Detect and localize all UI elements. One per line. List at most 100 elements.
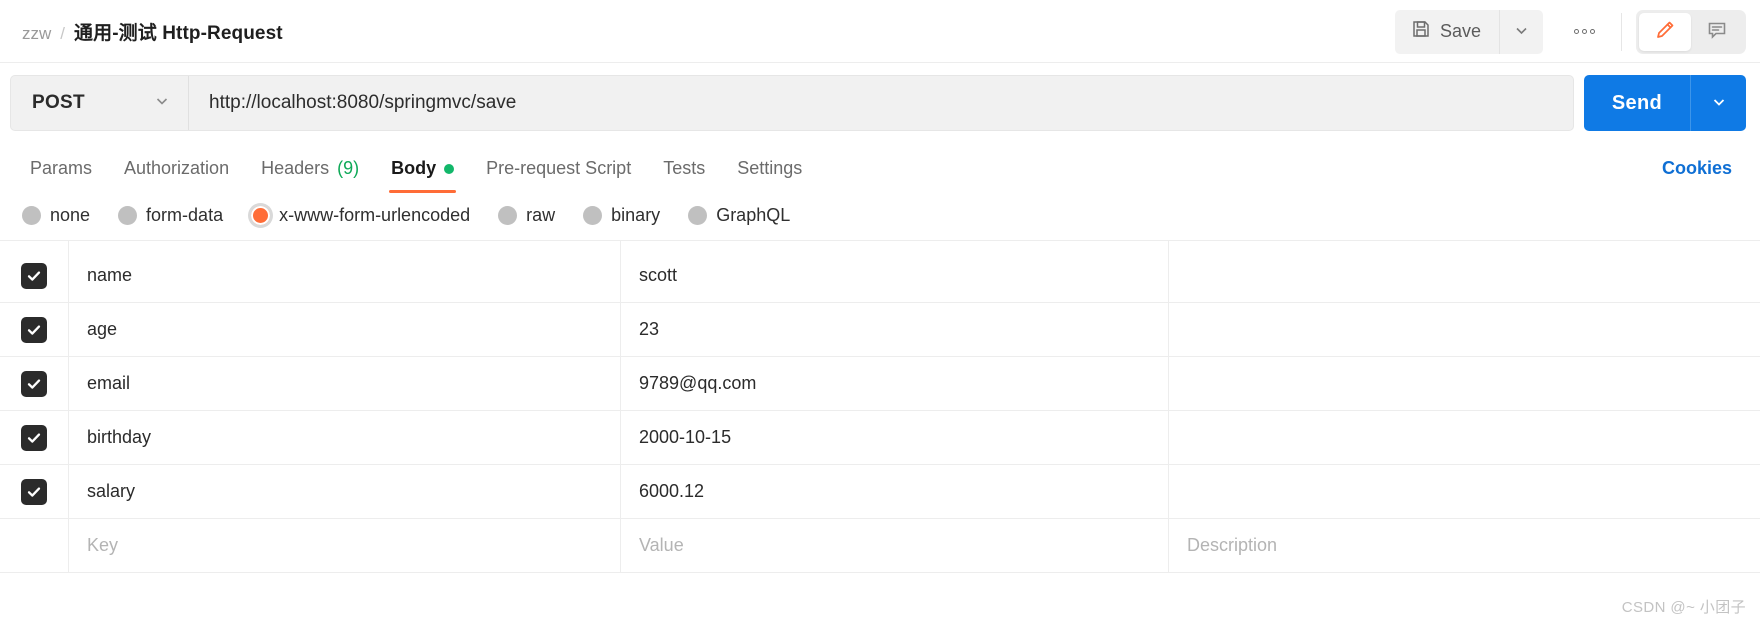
body-type-label: x-www-form-urlencoded (279, 205, 471, 225)
row-value-cell[interactable]: 23 (621, 303, 1169, 356)
tab-modified-dot-icon (444, 163, 455, 174)
row-description-cell[interactable] (1169, 303, 1760, 356)
row-description-cell[interactable] (1169, 249, 1760, 302)
body-type-label: none (50, 205, 91, 225)
http-method-label: POST (32, 92, 85, 113)
edit-pencil-button[interactable] (1639, 12, 1691, 51)
body-type-label: form-data (146, 205, 224, 225)
body-type-label: raw (526, 205, 556, 225)
body-type-options: none form-data x-www-form-urlencoded raw bin… (0, 193, 1760, 240)
row-enabled-checkbox[interactable] (21, 370, 47, 397)
table-row: name scott (0, 249, 1760, 303)
new-description-placeholder: Description (1187, 535, 1278, 555)
tab-settings[interactable]: Settings (721, 158, 818, 193)
row-key-cell[interactable]: age (69, 303, 621, 356)
tab-body[interactable]: Body (375, 158, 470, 193)
row-value-cell[interactable]: 6000.12 (621, 465, 1169, 518)
pencil-icon (1654, 19, 1676, 44)
radio-button-icon (22, 206, 41, 225)
row-value-cell[interactable]: 2000-10-15 (621, 411, 1169, 464)
row-value-cell[interactable]: scott (621, 249, 1169, 302)
row-key-text: name (87, 265, 133, 285)
table-row: email 9789@qq.com (0, 357, 1760, 411)
header-divider (1621, 12, 1622, 51)
body-type-radio-binary[interactable]: binary (583, 205, 678, 226)
request-tabs: Params Authorization Headers (9) Body Pre-req… (0, 143, 1760, 193)
send-button-group: Send (1583, 75, 1746, 131)
tab-label: Params (30, 158, 93, 178)
params-table-header (0, 241, 1760, 249)
row-checkbox-cell (0, 303, 69, 356)
new-value-cell[interactable]: Value (621, 519, 1169, 572)
tab-count-badge: (9) (337, 158, 360, 178)
body-type-radio-graphql[interactable]: GraphQL (688, 205, 808, 226)
request-url-bar: POST Send (0, 63, 1760, 143)
new-description-cell[interactable]: Description (1169, 519, 1760, 572)
body-type-radio-x-www-form-urlencoded[interactable]: x-www-form-urlencoded (251, 205, 488, 226)
breadcrumb: zzw / 通用-测试 Http-Request (22, 18, 283, 45)
row-checkbox-cell (0, 357, 69, 410)
table-row: age 23 (0, 303, 1760, 357)
tab-label: Tests (663, 158, 706, 178)
row-key-text: birthday (87, 427, 152, 447)
radio-button-icon (583, 206, 603, 225)
row-enabled-checkbox[interactable] (21, 424, 47, 451)
row-description-cell[interactable] (1169, 465, 1760, 518)
row-checkbox-cell (0, 465, 69, 518)
body-type-radio-raw[interactable]: raw (498, 205, 573, 226)
row-value-cell[interactable]: 9789@qq.com (621, 357, 1169, 410)
view-toggle-group (1636, 9, 1746, 54)
row-value-text: 2000-10-15 (639, 427, 732, 447)
row-description-cell[interactable] (1169, 411, 1760, 464)
row-description-cell[interactable] (1169, 357, 1760, 410)
row-value-text: scott (639, 265, 678, 285)
params-table: name scott age 23 email 9789@qq.com birthday 20… (0, 240, 1760, 573)
row-checkbox-cell (0, 249, 69, 302)
table-row: birthday 2000-10-15 (0, 411, 1760, 465)
comment-bubble-icon (1706, 19, 1728, 44)
chevron-down-icon (1710, 93, 1728, 114)
save-button-group: Save (1394, 9, 1543, 54)
comments-button[interactable] (1691, 13, 1743, 51)
body-type-radio-form-data[interactable]: form-data (118, 205, 241, 226)
row-enabled-checkbox[interactable] (21, 262, 47, 289)
save-button[interactable]: Save (1394, 9, 1499, 54)
row-key-text: salary (87, 481, 136, 501)
tab-tests[interactable]: Tests (647, 158, 721, 193)
more-options-button[interactable] (1561, 10, 1607, 54)
breadcrumb-collection[interactable]: zzw (22, 24, 51, 44)
table-row: salary 6000.12 (0, 465, 1760, 519)
row-value-text: 9789@qq.com (639, 373, 757, 393)
row-enabled-checkbox[interactable] (21, 478, 47, 505)
radio-button-icon (118, 206, 138, 225)
radio-button-icon (251, 206, 271, 225)
table-row-placeholder: Key Value Description (0, 519, 1760, 573)
row-enabled-checkbox[interactable] (21, 316, 47, 343)
tab-authorization[interactable]: Authorization (108, 158, 245, 193)
body-type-radio-none[interactable]: none (22, 205, 108, 226)
save-dropdown-button[interactable] (1499, 9, 1543, 54)
tab-label: Headers (261, 158, 330, 178)
tab-label: Authorization (124, 158, 230, 178)
send-dropdown-button[interactable] (1690, 75, 1746, 131)
cookies-link[interactable]: Cookies (1662, 158, 1732, 179)
watermark: CSDN @~ 小团子 (1621, 599, 1746, 616)
http-method-select[interactable]: POST (11, 76, 189, 130)
tab-params[interactable]: Params (14, 158, 108, 193)
url-shell: POST (10, 75, 1574, 131)
ellipsis-icon (1573, 29, 1595, 34)
row-key-cell[interactable]: salary (69, 465, 621, 518)
tab-pre-request-script[interactable]: Pre-request Script (470, 158, 647, 193)
new-key-cell[interactable]: Key (69, 519, 621, 572)
row-key-cell[interactable]: email (69, 357, 621, 410)
tab-headers[interactable]: Headers (9) (245, 158, 375, 193)
url-input[interactable] (189, 76, 1573, 130)
row-key-cell[interactable]: name (69, 249, 621, 302)
new-value-placeholder: Value (639, 535, 684, 555)
tab-label: Body (391, 158, 437, 178)
row-key-cell[interactable]: birthday (69, 411, 621, 464)
send-button[interactable]: Send (1583, 75, 1690, 131)
tab-label: Settings (737, 158, 803, 178)
body-type-label: binary (611, 205, 661, 225)
radio-button-icon (498, 206, 518, 225)
